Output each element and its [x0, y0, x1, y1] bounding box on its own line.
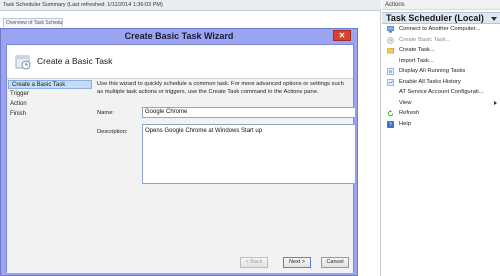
- action-create-task[interactable]: Create Task...: [382, 45, 500, 56]
- collapse-arrow-icon[interactable]: [491, 17, 497, 21]
- list-icon: [387, 68, 394, 75]
- help-icon: ?: [387, 120, 394, 128]
- task-clock-icon: [15, 55, 31, 70]
- computer-icon: [387, 26, 394, 33]
- submenu-arrow-icon: [494, 100, 497, 105]
- actions-section-title: Task Scheduler (Local): [386, 13, 484, 23]
- next-button[interactable]: Next >: [283, 257, 311, 268]
- step-trigger[interactable]: Trigger: [7, 89, 93, 99]
- dialog-client-area: Create a Basic Task Create a Basic Task …: [6, 44, 356, 273]
- action-import-task[interactable]: Import Task...: [382, 56, 500, 67]
- action-at-service-config[interactable]: AT Service Account Configurati...: [382, 87, 500, 98]
- name-label: Name:: [97, 110, 115, 116]
- close-button[interactable]: ✕: [333, 30, 351, 41]
- action-connect-computer[interactable]: Connect to Another Computer...: [382, 24, 500, 35]
- cancel-button[interactable]: Cancel: [321, 257, 349, 268]
- create-basic-task-dialog: Create Basic Task Wizard ✕ Create a Basi…: [0, 28, 358, 276]
- summary-title: Task Scheduler Summary (Last refreshed: …: [0, 0, 381, 11]
- dialog-header: Create a Basic Task: [7, 45, 353, 79]
- wizard-intro-text: Use this wizard to quickly schedule a co…: [97, 81, 344, 95]
- step-create-basic-task[interactable]: Create a Basic Task: [8, 80, 92, 89]
- action-create-basic-task[interactable]: Create Basic Task...: [382, 35, 500, 46]
- dialog-title: Create Basic Task Wizard: [124, 31, 234, 41]
- dialog-body: Create a Basic Task Trigger Action Finis…: [7, 79, 356, 243]
- clock-icon: [387, 36, 394, 44]
- wizard-content: Use this wizard to quickly schedule a co…: [97, 79, 356, 243]
- actions-pane: Actions Task Scheduler (Local) Connect t…: [382, 0, 500, 276]
- description-field[interactable]: Opens Google Chrome at Windows Start up: [142, 124, 356, 184]
- wizard-steps: Create a Basic Task Trigger Action Finis…: [7, 79, 93, 243]
- action-enable-history[interactable]: Enable All Tasks History: [382, 77, 500, 88]
- action-help[interactable]: ? Help: [382, 119, 500, 130]
- back-button[interactable]: < Back: [240, 257, 268, 268]
- folder-icon: [387, 47, 394, 54]
- step-finish[interactable]: Finish: [7, 109, 93, 119]
- dialog-footer: < Back Next > Cancel: [7, 243, 353, 273]
- action-refresh[interactable]: Refresh: [382, 108, 500, 119]
- wizard-heading: Create a Basic Task: [37, 56, 113, 66]
- step-action[interactable]: Action: [7, 99, 93, 109]
- actions-section-task-scheduler[interactable]: Task Scheduler (Local): [382, 12, 500, 24]
- action-view[interactable]: View: [382, 98, 500, 109]
- history-icon: [387, 78, 394, 86]
- name-field[interactable]: Google Chrome: [142, 107, 356, 118]
- svg-text:?: ?: [389, 122, 392, 127]
- actions-header: Actions: [382, 0, 500, 10]
- description-label: Description:: [97, 129, 128, 135]
- refresh-icon: [387, 110, 394, 117]
- overview-section[interactable]: Overview of Task Scheduler: [3, 18, 63, 27]
- action-display-running-tasks[interactable]: Display All Running Tasks: [382, 66, 500, 77]
